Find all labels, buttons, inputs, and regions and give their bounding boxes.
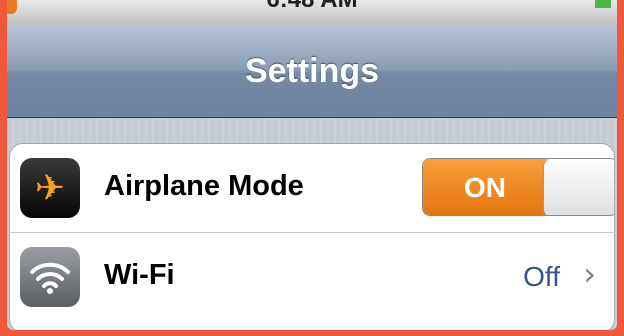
airplane-mode-label: Airplane Mode (104, 170, 304, 202)
settings-group: ✈ Airplane Mode ON Wi-Fi Off › (9, 143, 615, 330)
navigation-bar: Settings (7, 26, 617, 118)
chevron-right-icon: › (583, 255, 596, 293)
toggle-state-label: ON (423, 159, 547, 215)
airplane-icon: ✈ (20, 158, 80, 218)
airplane-mode-row: ✈ Airplane Mode ON (10, 144, 614, 232)
device-screen: 6:48 AM Settings ✈ Airplane Mode ON (7, 0, 617, 330)
wifi-row[interactable]: Wi-Fi Off › (10, 232, 614, 320)
status-time: 6:48 AM (7, 0, 617, 14)
wifi-label: Wi-Fi (104, 259, 175, 291)
wifi-status-value: Off (523, 261, 560, 292)
status-bar: 6:48 AM (7, 0, 617, 26)
toggle-knob[interactable] (543, 159, 614, 215)
wifi-icon (20, 247, 80, 307)
page-title: Settings (244, 52, 380, 90)
airplane-mode-toggle[interactable]: ON (422, 158, 614, 216)
battery-icon (595, 0, 611, 8)
